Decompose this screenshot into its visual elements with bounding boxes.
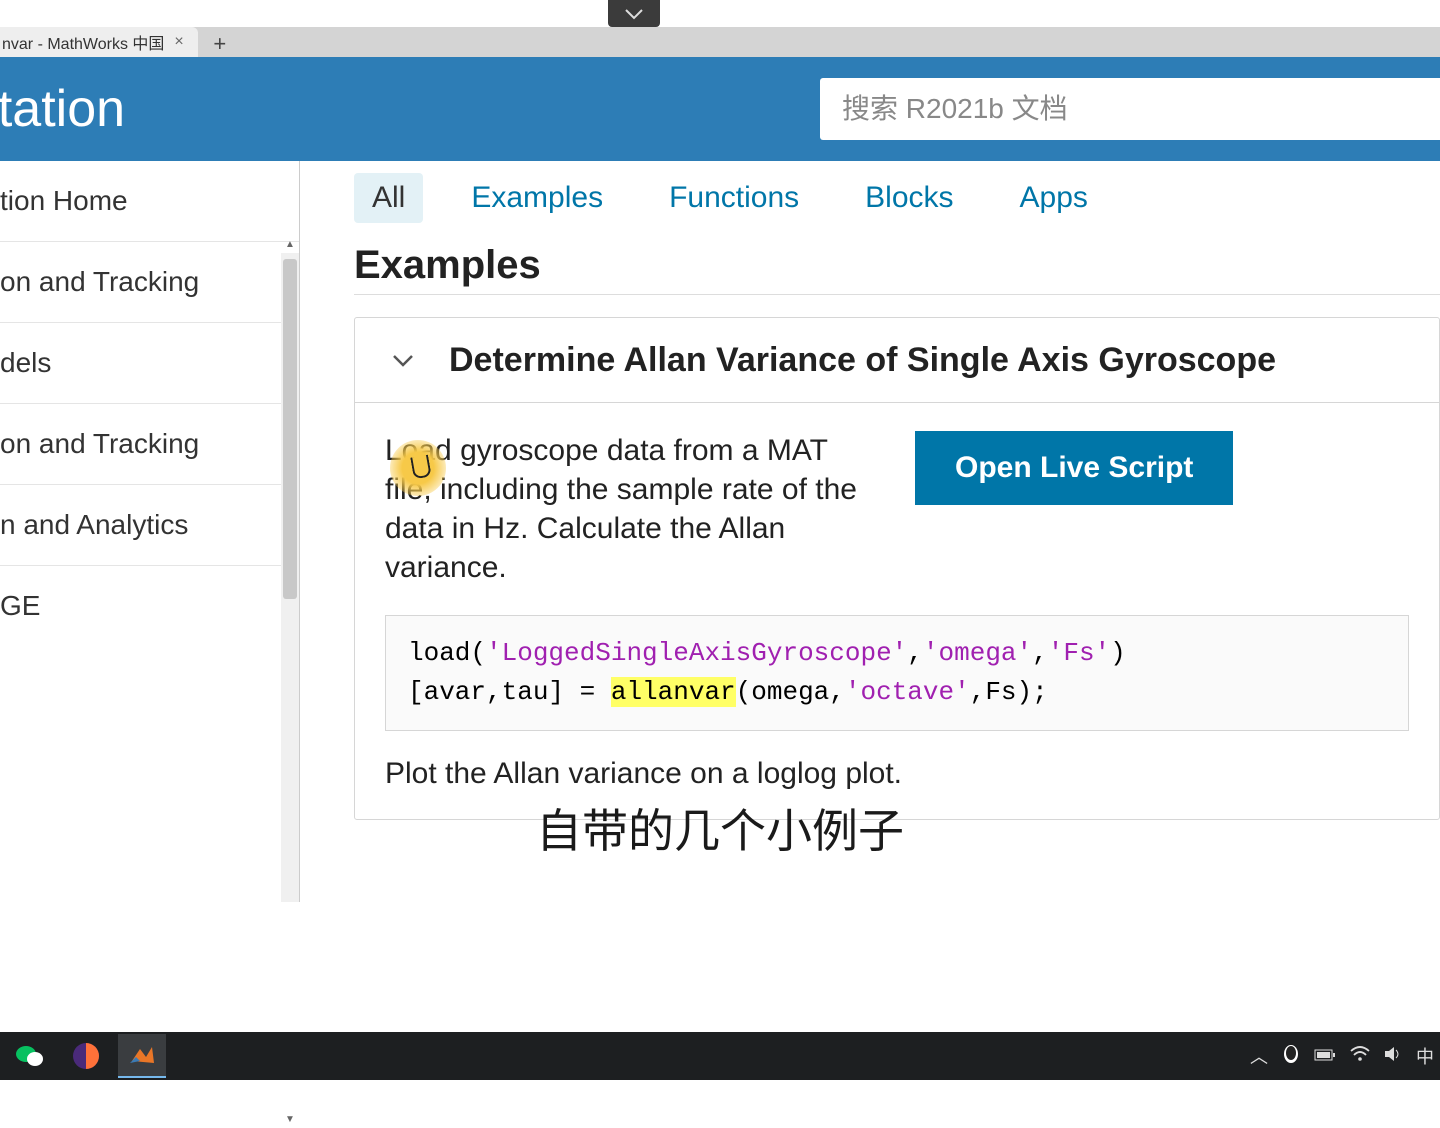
code-string: 'Fs' [1048, 638, 1110, 668]
taskbar-matlab-icon[interactable] [118, 1034, 166, 1078]
code-text: ) [1110, 638, 1126, 668]
example-body: Load gyroscope data from a MAT file, inc… [355, 403, 1439, 819]
tab-examples[interactable]: Examples [453, 173, 621, 223]
scroll-down-icon[interactable]: ▼ [281, 1110, 299, 1128]
video-subtitle: 自带的几个小例子 [536, 795, 904, 861]
taskbar-wechat-icon[interactable] [6, 1034, 54, 1078]
collapse-toggle[interactable] [383, 340, 423, 380]
code-string: 'LoggedSingleAxisGyroscope' [486, 638, 907, 668]
browser-top-handle[interactable] [608, 0, 660, 27]
tab-functions[interactable]: Functions [651, 173, 817, 223]
example-card: Determine Allan Variance of Single Axis … [354, 317, 1440, 820]
search-input[interactable] [820, 78, 1440, 140]
sidebar-item-ge[interactable]: GE [0, 566, 299, 646]
code-text: , [907, 638, 923, 668]
tab-apps[interactable]: Apps [1002, 173, 1106, 223]
code-string: 'octave' [845, 677, 970, 707]
chevron-down-icon [624, 8, 644, 20]
code-highlighted: allanvar [611, 677, 736, 707]
tray-ime-indicator[interactable]: 中 [1416, 1043, 1434, 1069]
code-text: (omega, [736, 677, 845, 707]
sidebar-item-analytics[interactable]: n and Analytics [0, 485, 299, 566]
example-header[interactable]: Determine Allan Variance of Single Axis … [355, 318, 1439, 403]
code-block[interactable]: load('LoggedSingleAxisGyroscope','omega'… [385, 615, 1409, 731]
taskbar-firefox-icon[interactable] [62, 1034, 110, 1078]
chevron-down-icon [392, 353, 414, 367]
scroll-thumb[interactable] [283, 259, 297, 599]
doc-title: entation [0, 79, 125, 139]
post-code-text: Plot the Allan variance on a loglog plot… [385, 757, 1409, 791]
tray-chevron-up-icon[interactable]: ︿ [1250, 1043, 1268, 1069]
code-text: ,Fs); [970, 677, 1048, 707]
sidebar-item-models[interactable]: dels [0, 323, 299, 404]
code-text: , [1032, 638, 1048, 668]
tray-volume-icon[interactable] [1384, 1046, 1402, 1067]
browser-tab-bar: nvar - MathWorks 中国 × + [0, 27, 1440, 57]
code-text: [avar,tau] = [408, 677, 611, 707]
section-heading: Examples [354, 243, 1440, 295]
close-icon[interactable]: × [174, 33, 183, 51]
tab-title: nvar - MathWorks 中国 [2, 30, 164, 54]
filter-tabs: All Examples Functions Blocks Apps [354, 173, 1440, 223]
open-live-script-button[interactable]: Open Live Script [915, 431, 1233, 505]
sidebar-item-tracking2[interactable]: on and Tracking [0, 404, 299, 485]
taskbar: ︿ 中 [0, 1032, 1440, 1080]
scroll-up-icon[interactable]: ▲ [281, 235, 299, 253]
example-title: Determine Allan Variance of Single Axis … [449, 341, 1276, 380]
tray-qq-icon[interactable] [1282, 1044, 1300, 1069]
tray-wifi-icon[interactable] [1350, 1046, 1370, 1067]
tab-all[interactable]: All [354, 173, 423, 223]
sidebar-item-home[interactable]: tion Home [0, 161, 299, 242]
tray-battery-icon[interactable] [1314, 1046, 1336, 1067]
code-string: 'omega' [923, 638, 1032, 668]
bottom-gap [0, 902, 1440, 1032]
browser-tab[interactable]: nvar - MathWorks 中国 × [0, 27, 198, 57]
doc-header: entation [0, 57, 1440, 161]
code-text: load( [408, 638, 486, 668]
tab-blocks[interactable]: Blocks [847, 173, 971, 223]
new-tab-button[interactable]: + [206, 31, 234, 57]
sidebar-item-tracking1[interactable]: on and Tracking [0, 242, 299, 323]
example-description: Load gyroscope data from a MAT file, inc… [385, 431, 875, 587]
